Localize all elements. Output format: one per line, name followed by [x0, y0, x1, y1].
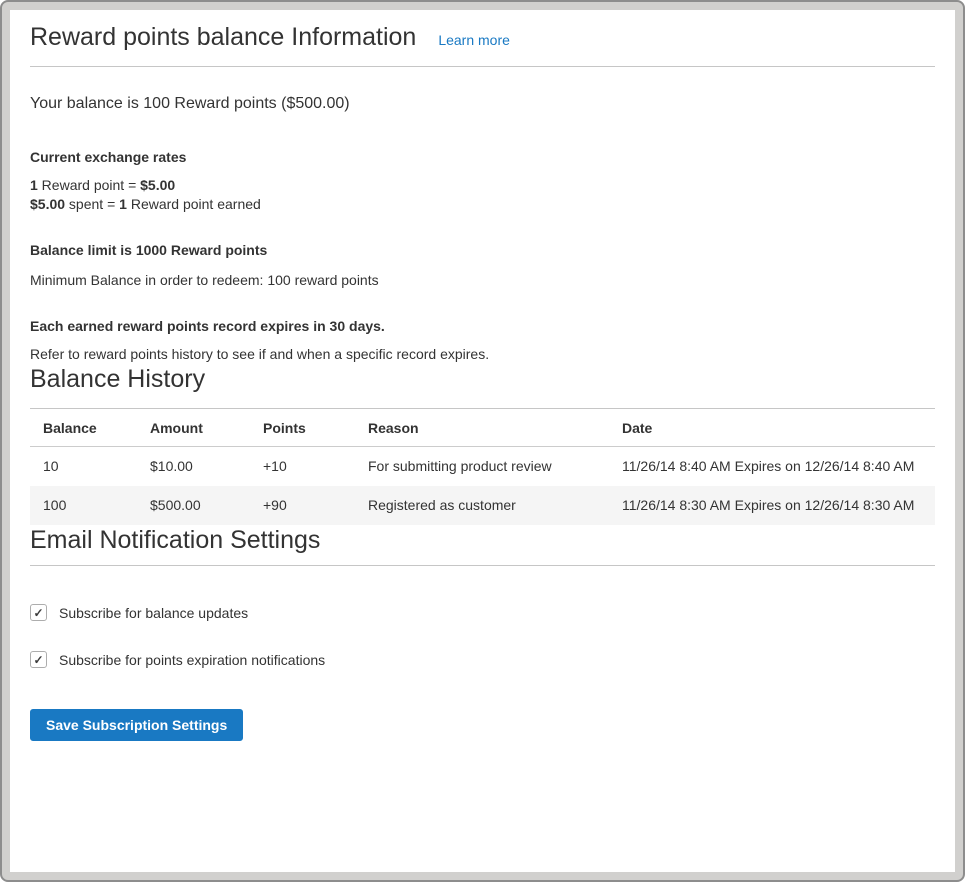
rate-earn-mid: Reward point = — [38, 177, 140, 193]
balance-history-title: Balance History — [30, 364, 935, 409]
page-background: Reward points balance Information Learn … — [0, 0, 965, 882]
exchange-rates-heading: Current exchange rates — [30, 147, 935, 167]
subscribe-expiration-row[interactable]: Subscribe for points expiration notifica… — [30, 651, 935, 668]
cell-amount: $10.00 — [137, 447, 250, 487]
rate-earn-money: $5.00 — [140, 177, 175, 193]
subscribe-expiration-label: Subscribe for points expiration notifica… — [59, 652, 325, 668]
reward-points-panel: Reward points balance Information Learn … — [10, 10, 955, 872]
cell-balance: 10 — [30, 447, 137, 487]
cell-date: 11/26/14 8:40 AM Expires on 12/26/14 8:4… — [609, 447, 935, 487]
cell-reason: Registered as customer — [355, 486, 609, 525]
cell-date: 11/26/14 8:30 AM Expires on 12/26/14 8:3… — [609, 486, 935, 525]
cell-reason: For submitting product review — [355, 447, 609, 487]
subscribe-balance-label: Subscribe for balance updates — [59, 605, 248, 621]
cell-balance: 100 — [30, 486, 137, 525]
table-row: 100 $500.00 +90 Registered as customer 1… — [30, 486, 935, 525]
expiry-text: Each earned reward points record expires… — [30, 316, 935, 336]
save-subscription-button[interactable]: Save Subscription Settings — [30, 709, 243, 741]
column-header-amount: Amount — [137, 409, 250, 447]
column-header-balance: Balance — [30, 409, 137, 447]
table-header-row: Balance Amount Points Reason Date — [30, 409, 935, 447]
rate-spend-line: $5.00 spent = 1 Reward point earned — [30, 196, 261, 212]
subscribe-expiration-checkbox[interactable] — [30, 651, 47, 668]
cell-amount: $500.00 — [137, 486, 250, 525]
exchange-rates-lines: 1 Reward point = $5.00 $5.00 spent = 1 R… — [30, 176, 935, 214]
cell-points: +10 — [250, 447, 355, 487]
rate-earn-line: 1 Reward point = $5.00 — [30, 177, 175, 193]
email-settings-title: Email Notification Settings — [30, 525, 935, 566]
subscribe-balance-checkbox[interactable] — [30, 604, 47, 621]
min-balance-text: Minimum Balance in order to redeem: 100 … — [30, 270, 935, 290]
rate-earn-points: 1 — [30, 177, 38, 193]
subscribe-balance-row[interactable]: Subscribe for balance updates — [30, 604, 935, 621]
balance-summary: Your balance is 100 Reward points ($500.… — [30, 93, 935, 115]
table-row: 10 $10.00 +10 For submitting product rev… — [30, 447, 935, 487]
column-header-reason: Reason — [355, 409, 609, 447]
learn-more-link[interactable]: Learn more — [438, 32, 510, 48]
balance-history-table: Balance Amount Points Reason Date 10 $10… — [30, 409, 935, 525]
column-header-points: Points — [250, 409, 355, 447]
rate-spend-tail: Reward point earned — [127, 196, 261, 212]
balance-limit-text: Balance limit is 1000 Reward points — [30, 240, 935, 260]
rate-spend-money: $5.00 — [30, 196, 65, 212]
cell-points: +90 — [250, 486, 355, 525]
expiry-note-text: Refer to reward points history to see if… — [30, 344, 935, 364]
page-header: Reward points balance Information Learn … — [30, 22, 935, 67]
page-title: Reward points balance Information — [30, 22, 416, 52]
column-header-date: Date — [609, 409, 935, 447]
rate-spend-points: 1 — [119, 196, 127, 212]
rate-spend-mid: spent = — [65, 196, 119, 212]
